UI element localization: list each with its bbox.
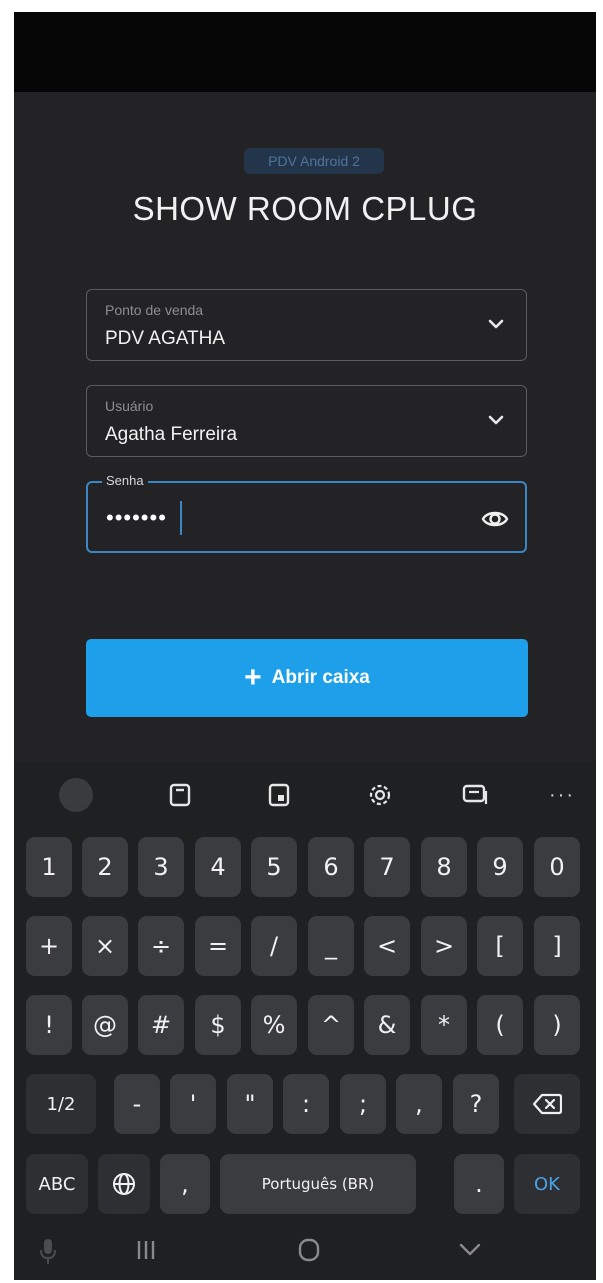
user-select-label: Usuário	[105, 398, 154, 414]
chevron-down-icon[interactable]	[457, 1237, 483, 1263]
navigation-bar	[14, 1227, 596, 1280]
globe-icon	[113, 1173, 135, 1195]
password-field[interactable]: Senha •••••••	[86, 473, 527, 553]
key[interactable]: )	[534, 995, 580, 1055]
emoji-icon[interactable]	[56, 775, 96, 815]
key[interactable]: [	[477, 916, 523, 976]
key[interactable]: '	[170, 1074, 216, 1134]
key[interactable]: !	[26, 995, 72, 1055]
key[interactable]: <	[364, 916, 410, 976]
open-cash-label: Abrir caixa	[271, 667, 370, 688]
keyboard-toolbar: ···	[14, 767, 596, 823]
keyboard: 1 2 3 4 5 6 7 8 9 0 + × ÷ = / _ < > [ ] …	[14, 824, 596, 1280]
eye-icon[interactable]	[481, 505, 509, 533]
key[interactable]: 7	[364, 837, 410, 897]
language-key[interactable]	[98, 1154, 150, 1214]
key[interactable]: ?	[453, 1074, 499, 1134]
key[interactable]: 3	[138, 837, 184, 897]
key[interactable]: ×	[82, 916, 128, 976]
version-badge: PDV Android 2	[244, 148, 384, 174]
user-select[interactable]: Usuário Agatha Ferreira	[86, 385, 527, 457]
chevron-down-icon[interactable]	[484, 408, 508, 432]
pdv-select-label: Ponto de venda	[105, 302, 204, 318]
key[interactable]: 1	[26, 837, 72, 897]
screen-icon[interactable]	[455, 775, 495, 815]
user-select-value: Agatha Ferreira	[105, 424, 238, 445]
recent-apps-icon[interactable]	[136, 1237, 156, 1263]
backspace-icon	[532, 1093, 562, 1115]
key[interactable]: -	[114, 1074, 160, 1134]
key[interactable]: _	[308, 916, 354, 976]
chevron-down-icon[interactable]	[484, 312, 508, 336]
phone-screen: PDV Android 2 SHOW ROOM CPLUG Ponto de v…	[14, 12, 596, 1280]
ok-key[interactable]: OK	[514, 1154, 580, 1214]
login-screen: PDV Android 2 SHOW ROOM CPLUG Ponto de v…	[14, 92, 596, 762]
key[interactable]: 2	[82, 837, 128, 897]
key[interactable]: @	[82, 995, 128, 1055]
text-cursor	[180, 501, 182, 535]
key[interactable]: /	[251, 916, 297, 976]
key[interactable]: 4	[195, 837, 241, 897]
key[interactable]: ;	[340, 1074, 386, 1134]
more-icon[interactable]: ···	[542, 775, 582, 815]
key[interactable]: "	[227, 1074, 273, 1134]
key[interactable]: *	[421, 995, 467, 1055]
key[interactable]: %	[251, 995, 297, 1055]
password-label: Senha	[102, 473, 148, 488]
key[interactable]: 6	[308, 837, 354, 897]
symbols-page-key[interactable]: 1/2	[26, 1074, 96, 1134]
key[interactable]: =	[195, 916, 241, 976]
password-value: •••••••	[106, 505, 167, 530]
store-title: SHOW ROOM CPLUG	[132, 190, 478, 227]
pdv-select-value: PDV AGATHA	[105, 328, 226, 349]
plus-icon: +	[244, 661, 262, 694]
home-icon[interactable]	[296, 1237, 322, 1263]
key[interactable]: &	[364, 995, 410, 1055]
comma-key[interactable]: ,	[160, 1154, 210, 1214]
space-key[interactable]: Português (BR)	[220, 1154, 416, 1214]
gear-icon[interactable]	[360, 775, 400, 815]
backspace-key[interactable]	[514, 1074, 580, 1134]
sticker-icon[interactable]	[259, 775, 299, 815]
key[interactable]: 9	[477, 837, 523, 897]
key[interactable]: 5	[251, 837, 297, 897]
open-cash-button[interactable]: + Abrir caixa	[86, 639, 528, 717]
key[interactable]: $	[195, 995, 241, 1055]
pdv-select[interactable]: Ponto de venda PDV AGATHA	[86, 289, 527, 361]
clipboard-icon[interactable]	[160, 775, 200, 815]
microphone-icon[interactable]	[38, 1237, 58, 1267]
key[interactable]: >	[421, 916, 467, 976]
key[interactable]: ,	[396, 1074, 442, 1134]
abc-key[interactable]: ABC	[26, 1154, 88, 1214]
key[interactable]: :	[283, 1074, 329, 1134]
key[interactable]: #	[138, 995, 184, 1055]
key[interactable]: ^	[308, 995, 354, 1055]
status-bar	[14, 12, 596, 92]
key[interactable]: (	[477, 995, 523, 1055]
key[interactable]: ]	[534, 916, 580, 976]
key[interactable]: +	[26, 916, 72, 976]
key[interactable]: 8	[421, 837, 467, 897]
key[interactable]: ÷	[138, 916, 184, 976]
key[interactable]: 0	[534, 837, 580, 897]
period-key[interactable]: .	[454, 1154, 504, 1214]
